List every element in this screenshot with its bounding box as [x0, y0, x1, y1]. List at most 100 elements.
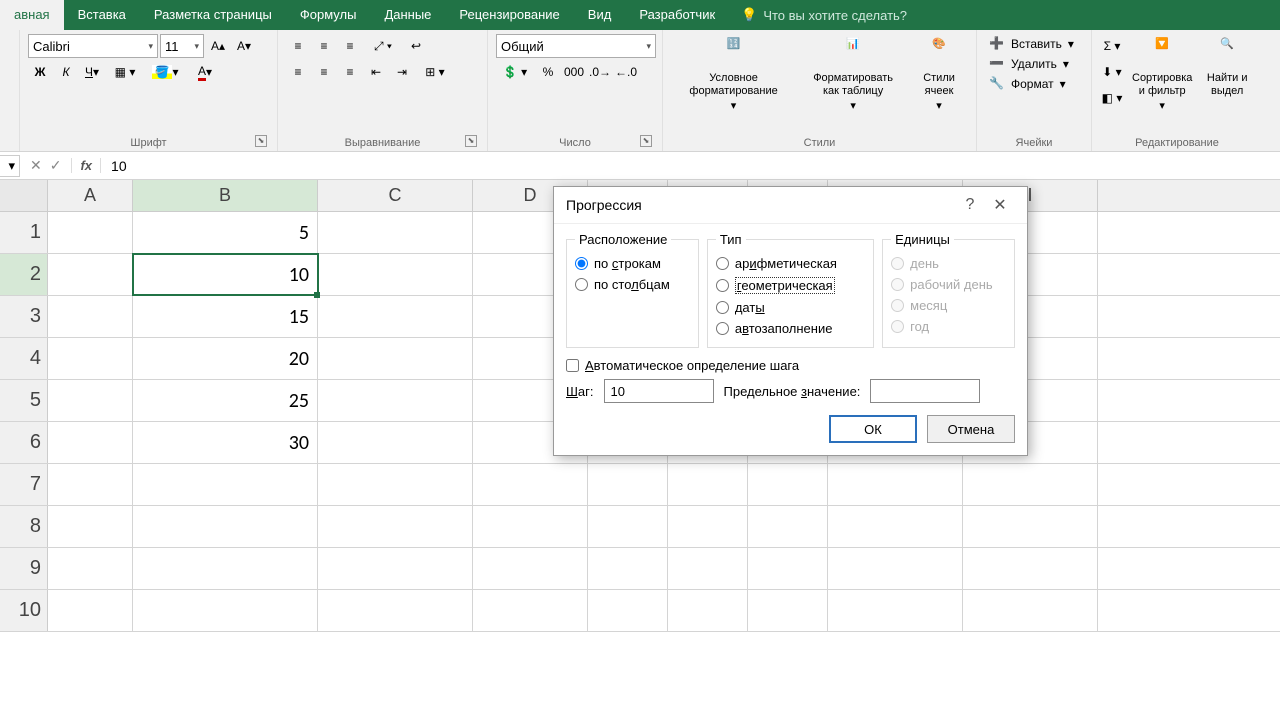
step-input[interactable]	[604, 379, 714, 403]
cell-F10[interactable]	[668, 590, 748, 631]
cell-H9[interactable]	[828, 548, 963, 589]
row-header[interactable]: 7	[0, 464, 48, 505]
fill-button[interactable]: ⬇ ▾	[1100, 60, 1124, 84]
delete-cells-button[interactable]: ➖Удалить ▾	[985, 54, 1078, 74]
number-format-combo[interactable]: Общий▾	[496, 34, 656, 58]
clear-button[interactable]: ◧ ▾	[1100, 86, 1124, 110]
row-header[interactable]: 5	[0, 380, 48, 421]
orientation-button[interactable]: ⤢ ▾	[364, 34, 402, 58]
font-dialog-launcher[interactable]: ⬊	[255, 135, 267, 147]
align-left-icon[interactable]: ≡	[286, 60, 310, 84]
radio-dates[interactable]: даты	[716, 297, 865, 318]
tab-home[interactable]: авная	[0, 0, 64, 30]
limit-input[interactable]	[870, 379, 980, 403]
cell-B8[interactable]	[133, 506, 318, 547]
cell-H7[interactable]	[828, 464, 963, 505]
row-header[interactable]: 4	[0, 338, 48, 379]
cell-D10[interactable]	[473, 590, 588, 631]
cell-styles-button[interactable]: 🎨Стили ячеек ▾	[910, 34, 968, 118]
align-middle-icon[interactable]: ≡	[312, 34, 336, 58]
decrease-font-icon[interactable]: A▾	[232, 34, 256, 58]
cell-E9[interactable]	[588, 548, 668, 589]
tell-me-search[interactable]: 💡 Что вы хотите сделать?	[729, 0, 919, 30]
column-header-C[interactable]: C	[318, 180, 473, 211]
cell-A2[interactable]	[48, 254, 133, 295]
cell-A1[interactable]	[48, 212, 133, 253]
cell-H8[interactable]	[828, 506, 963, 547]
align-center-icon[interactable]: ≡	[312, 60, 336, 84]
cell-A9[interactable]	[48, 548, 133, 589]
fx-icon[interactable]: fx	[71, 158, 101, 173]
increase-indent-icon[interactable]: ⇥	[390, 60, 414, 84]
cancel-button[interactable]: Отмена	[927, 415, 1015, 443]
cell-B6[interactable]: 30	[133, 422, 318, 463]
cell-D7[interactable]	[473, 464, 588, 505]
cell-B2[interactable]: 10	[133, 254, 318, 295]
radio-autofill[interactable]: автозаполнение	[716, 318, 865, 339]
comma-format-button[interactable]: 000	[562, 60, 586, 84]
row-header[interactable]: 2	[0, 254, 48, 295]
tab-view[interactable]: Вид	[574, 0, 626, 30]
find-select-button[interactable]: 🔍Найти и выдел	[1200, 34, 1254, 102]
autosum-button[interactable]: Σ ▾	[1100, 34, 1124, 58]
cell-C10[interactable]	[318, 590, 473, 631]
cell-C2[interactable]	[318, 254, 473, 295]
cell-D8[interactable]	[473, 506, 588, 547]
cell-I10[interactable]	[963, 590, 1098, 631]
align-right-icon[interactable]: ≡	[338, 60, 362, 84]
cell-C7[interactable]	[318, 464, 473, 505]
underline-button[interactable]: Ч ▾	[80, 60, 104, 84]
align-bottom-icon[interactable]: ≡	[338, 34, 362, 58]
auto-step-checkbox[interactable]: Автоматическое определение шага	[566, 348, 1015, 379]
increase-decimal-button[interactable]: .0→	[588, 60, 612, 84]
dialog-close-button[interactable]: ✕	[985, 195, 1015, 215]
cell-E7[interactable]	[588, 464, 668, 505]
cell-A3[interactable]	[48, 296, 133, 337]
percent-format-button[interactable]: %	[536, 60, 560, 84]
insert-cells-button[interactable]: ➕Вставить ▾	[985, 34, 1078, 54]
cell-A10[interactable]	[48, 590, 133, 631]
font-size-combo[interactable]: 11▾	[160, 34, 204, 58]
cell-E8[interactable]	[588, 506, 668, 547]
conditional-formatting-button[interactable]: 🔢Условное форматирование ▾	[671, 34, 796, 118]
cell-G8[interactable]	[748, 506, 828, 547]
font-name-combo[interactable]: Calibri▾	[28, 34, 158, 58]
row-header[interactable]: 9	[0, 548, 48, 589]
cell-B1[interactable]: 5	[133, 212, 318, 253]
cell-B3[interactable]: 15	[133, 296, 318, 337]
cell-C1[interactable]	[318, 212, 473, 253]
cell-A6[interactable]	[48, 422, 133, 463]
cell-A4[interactable]	[48, 338, 133, 379]
cell-C4[interactable]	[318, 338, 473, 379]
cell-B5[interactable]: 25	[133, 380, 318, 421]
cell-F7[interactable]	[668, 464, 748, 505]
cell-C6[interactable]	[318, 422, 473, 463]
row-header[interactable]: 8	[0, 506, 48, 547]
cell-C3[interactable]	[318, 296, 473, 337]
select-all-corner[interactable]	[0, 180, 48, 211]
cell-I8[interactable]	[963, 506, 1098, 547]
cell-A8[interactable]	[48, 506, 133, 547]
decrease-decimal-button[interactable]: ←.0	[614, 60, 638, 84]
cell-A7[interactable]	[48, 464, 133, 505]
cell-B9[interactable]	[133, 548, 318, 589]
cell-A5[interactable]	[48, 380, 133, 421]
tab-data[interactable]: Данные	[370, 0, 445, 30]
font-color-button[interactable]: А ▾	[186, 60, 224, 84]
italic-button[interactable]: К	[54, 60, 78, 84]
cell-C9[interactable]	[318, 548, 473, 589]
align-top-icon[interactable]: ≡	[286, 34, 310, 58]
cell-G10[interactable]	[748, 590, 828, 631]
cell-I7[interactable]	[963, 464, 1098, 505]
cell-I9[interactable]	[963, 548, 1098, 589]
accounting-format-button[interactable]: 💲 ▾	[496, 60, 534, 84]
cell-B10[interactable]	[133, 590, 318, 631]
tab-insert[interactable]: Вставка	[64, 0, 140, 30]
confirm-edit-icon[interactable]: ✓	[50, 157, 62, 174]
decrease-indent-icon[interactable]: ⇤	[364, 60, 388, 84]
cell-D9[interactable]	[473, 548, 588, 589]
cell-G9[interactable]	[748, 548, 828, 589]
radio-arithmetic[interactable]: арифметическая	[716, 253, 865, 274]
row-header[interactable]: 3	[0, 296, 48, 337]
cell-B7[interactable]	[133, 464, 318, 505]
